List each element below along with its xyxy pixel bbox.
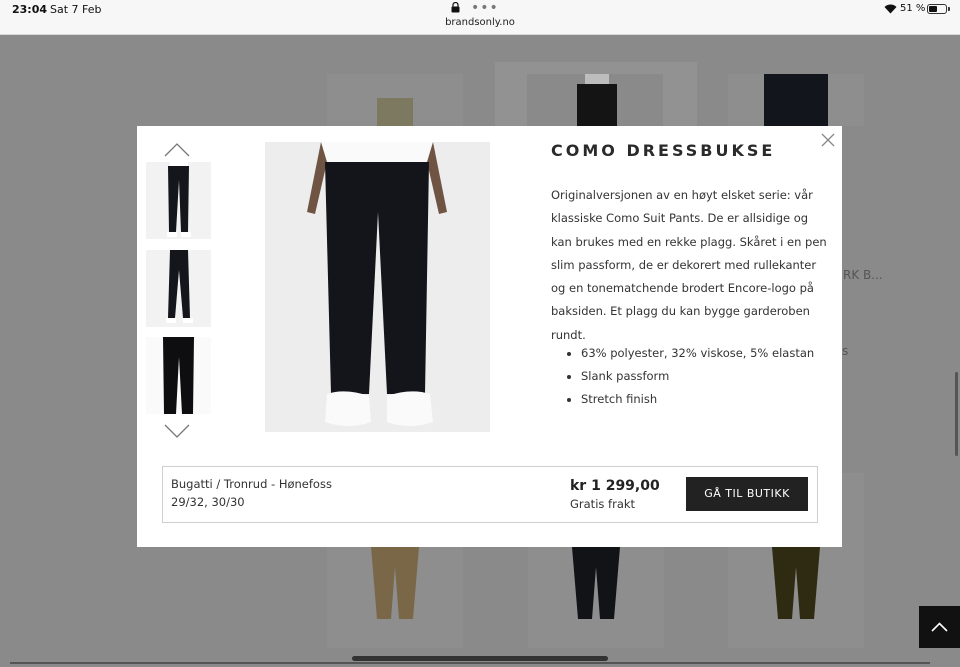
horizontal-scroll-track[interactable] <box>10 662 930 664</box>
bg-product-card[interactable] <box>495 62 697 126</box>
feature-list: 63% polyester, 32% viskose, 5% elastan S… <box>567 342 814 411</box>
pants-side-thumbnail-icon <box>166 250 193 323</box>
bg-product-image <box>772 547 820 619</box>
lock-icon <box>451 2 460 13</box>
thumbnail-image[interactable] <box>146 250 211 327</box>
product-title: COMO DRESSBUKSE <box>551 141 776 160</box>
bg-product-image <box>371 547 419 619</box>
battery-icon <box>927 4 947 14</box>
product-description: Originalversjonen av en høyt elsket seri… <box>551 188 827 342</box>
status-date: Sat 7 Feb <box>50 3 102 16</box>
go-to-shop-button[interactable]: GÅ TIL BUTIKK <box>686 477 808 511</box>
feature-item: Slank passform <box>567 365 814 388</box>
status-time: 23:04 <box>12 3 48 16</box>
pants-front-thumbnail-icon <box>167 162 191 237</box>
product-price: kr 1 299,00 <box>570 478 660 494</box>
bg-product-image <box>572 547 620 619</box>
bg-product-image <box>764 74 828 126</box>
pants-model-image <box>265 142 490 432</box>
chevron-down-icon[interactable] <box>164 424 190 438</box>
thumbnail-image[interactable] <box>146 337 211 414</box>
chevron-up-icon[interactable] <box>164 143 190 157</box>
available-sizes: 29/32, 30/30 <box>171 495 245 509</box>
wifi-icon <box>884 4 897 14</box>
battery-tip <box>948 7 950 11</box>
feature-item: Stretch finish <box>567 388 814 411</box>
bg-product-card[interactable] <box>327 547 463 648</box>
more-dots-icon[interactable]: ••• <box>471 0 499 16</box>
pants-flat-thumbnail-icon <box>163 337 194 414</box>
main-product-image[interactable] <box>265 142 490 432</box>
address-url[interactable]: brandsonly.no <box>0 17 960 28</box>
product-modal: COMO DRESSBUKSE Originalversjonen av en … <box>137 126 842 547</box>
battery-percent: 51 % <box>900 3 926 14</box>
bg-product-image <box>377 98 413 126</box>
chevron-up-icon <box>931 622 948 632</box>
scroll-to-top-button[interactable] <box>919 606 960 648</box>
bg-product-price: s <box>842 344 849 358</box>
vertical-scrollbar[interactable] <box>955 372 958 456</box>
bg-product-image <box>527 74 663 126</box>
bg-product-card[interactable] <box>528 547 664 648</box>
thumbnail-image[interactable] <box>146 162 211 239</box>
shop-name: Bugatti / Tronrud - Hønefoss <box>171 477 332 491</box>
bg-product-card[interactable] <box>327 74 463 126</box>
shipping-info: Gratis frakt <box>570 497 636 511</box>
offer-box: Bugatti / Tronrud - Hønefoss 29/32, 30/3… <box>162 466 818 523</box>
feature-item: 63% polyester, 32% viskose, 5% elastan <box>567 342 814 365</box>
bg-product-title: RK B... <box>843 268 883 282</box>
status-bar: 23:04 Sat 7 Feb ••• brandsonly.no 51 % <box>0 0 960 35</box>
bg-product-card[interactable] <box>728 74 864 126</box>
close-icon[interactable] <box>821 133 835 147</box>
horizontal-scrollbar[interactable] <box>352 656 608 661</box>
